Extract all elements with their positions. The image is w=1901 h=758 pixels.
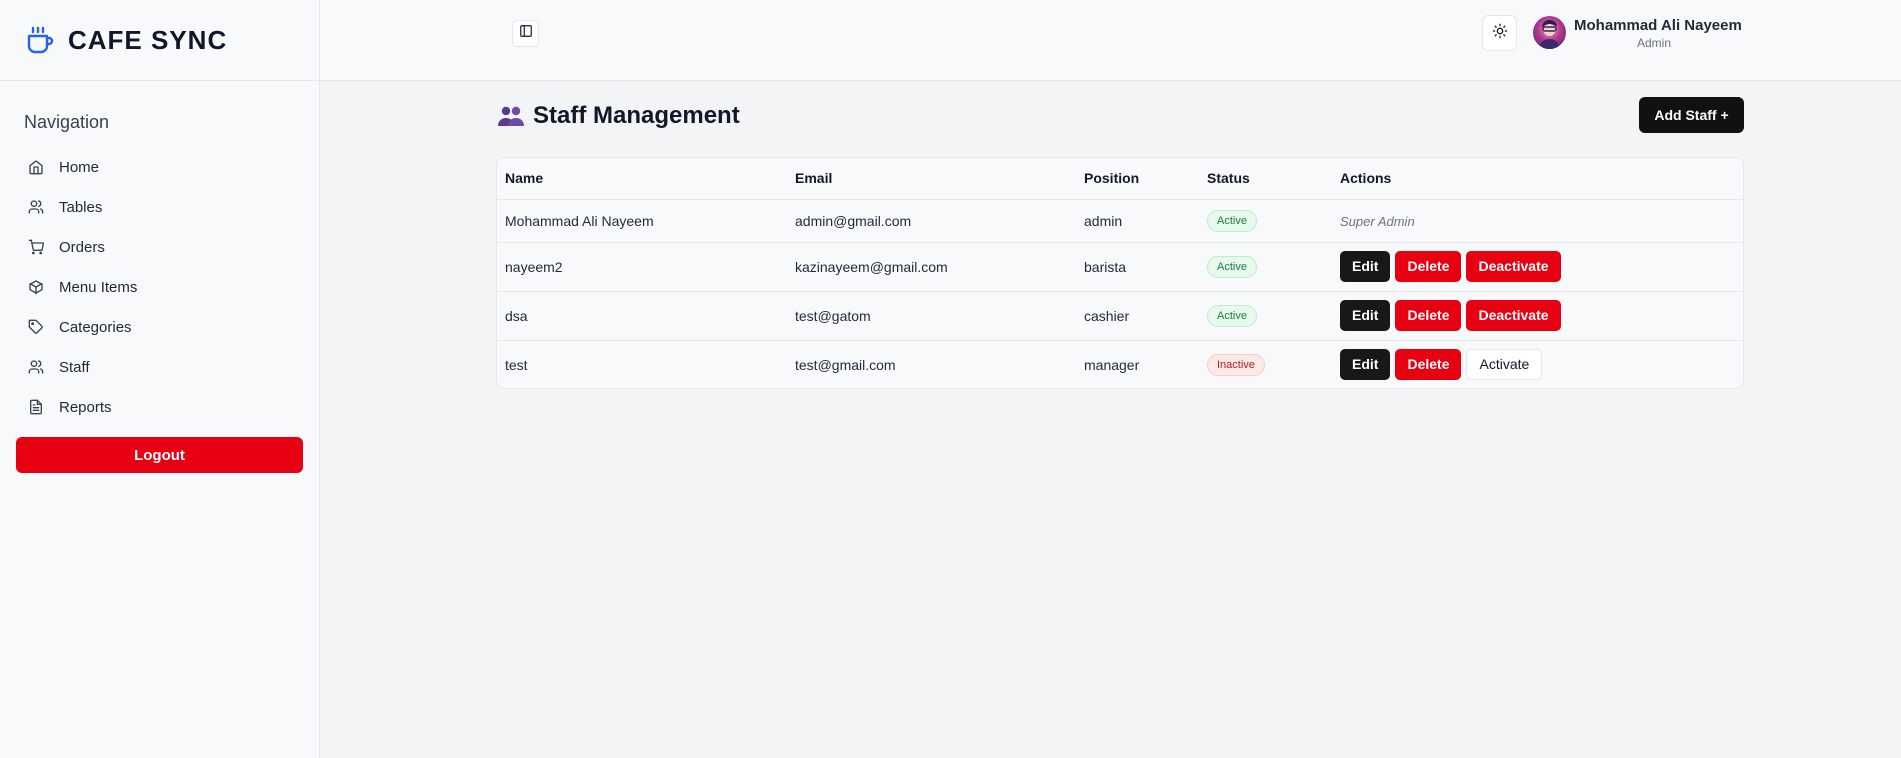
sidebar-item-staff[interactable]: Staff (24, 347, 304, 387)
page-title: Staff Management (533, 102, 740, 129)
status-badge: Active (1207, 209, 1257, 232)
delete-button[interactable]: Delete (1395, 349, 1462, 381)
cell-name: Mohammad Ali Nayeem (497, 199, 787, 243)
status-badge: Active (1207, 255, 1257, 278)
cell-status: Active (1199, 242, 1332, 292)
sidebar-item-orders[interactable]: Orders (24, 227, 304, 267)
avatar[interactable] (1533, 16, 1566, 49)
home-icon (28, 158, 46, 176)
sidebar-item-categories[interactable]: Categories (24, 307, 304, 347)
sidebar-item-label: Menu Items (59, 278, 138, 296)
cell-status: Inactive (1199, 340, 1332, 388)
sidebar-item-home[interactable]: Home (24, 147, 304, 187)
status-badge: Active (1207, 304, 1257, 327)
sidebar-item-menu-items[interactable]: Menu Items (24, 267, 304, 307)
sidebar-toggle-button[interactable] (512, 20, 539, 47)
sidebar-toggle-icon (519, 24, 533, 43)
column-header-actions: Actions (1332, 158, 1743, 200)
table-row: nayeem2 kazinayeem@gmail.com barista Act… (497, 242, 1743, 292)
sun-icon (1492, 23, 1508, 44)
tag-icon (28, 318, 46, 336)
cell-status: Active (1199, 199, 1332, 243)
user-name: Mohammad Ali Nayeem (1574, 17, 1742, 34)
sidebar-item-label: Tables (59, 198, 103, 216)
activate-button[interactable]: Activate (1466, 349, 1543, 381)
deactivate-button[interactable]: Deactivate (1466, 251, 1561, 282)
users-icon (28, 358, 46, 376)
sidebar: CAFE SYNC Navigation Home Tables Orders (0, 0, 320, 758)
cell-email: kazinayeem@gmail.com (787, 242, 1076, 292)
cell-position: admin (1076, 199, 1199, 243)
delete-button[interactable]: Delete (1395, 251, 1462, 282)
users-icon (28, 198, 46, 216)
status-badge: Inactive (1207, 353, 1265, 376)
sidebar-item-label: Orders (59, 238, 105, 256)
cell-name: test (505, 356, 528, 373)
table-row: Mohammad Ali Nayeem admin@gmail.com admi… (497, 199, 1743, 243)
cell-actions: Edit Delete Activate (1332, 340, 1743, 388)
cell-email: test@gatom (787, 291, 1076, 341)
staff-group-icon (498, 105, 524, 127)
add-staff-button[interactable]: Add Staff + (1639, 97, 1744, 133)
brand[interactable]: CAFE SYNC (0, 0, 319, 81)
page-heading: Staff Management (498, 102, 740, 130)
table-row: test test@gmail.com manager Inactive Edi… (497, 340, 1743, 388)
column-header-name: Name (497, 158, 787, 200)
table-header-row: Name Email Position Status Actions (497, 158, 1743, 200)
edit-button[interactable]: Edit (1340, 349, 1391, 381)
top-header: Mohammad Ali Nayeem Admin (320, 0, 1901, 81)
cell-position: manager (1084, 356, 1140, 373)
nav-title: Navigation (24, 112, 110, 132)
sidebar-item-label: Reports (59, 398, 112, 416)
theme-toggle-button[interactable] (1482, 15, 1517, 51)
document-icon (28, 398, 46, 416)
edit-button[interactable]: Edit (1340, 300, 1391, 331)
delete-button[interactable]: Delete (1395, 300, 1462, 331)
cell-name: nayeem2 (497, 242, 787, 292)
cell-status: Active (1199, 291, 1332, 341)
column-header-email: Email (787, 158, 1076, 200)
cell-actions: Super Admin (1332, 199, 1743, 243)
box-icon (28, 278, 46, 296)
cell-position: cashier (1076, 291, 1199, 341)
coffee-cup-icon (25, 25, 55, 55)
cell-email: admin@gmail.com (787, 199, 1076, 243)
sidebar-item-label: Home (59, 158, 100, 176)
table-row: dsa test@gatom cashier Active Edit Delete… (497, 291, 1743, 341)
staff-table: Name Email Position Status Actions Moham… (496, 157, 1744, 389)
sidebar-nav: Home Tables Orders Menu Items Categories (24, 147, 304, 427)
sidebar-item-reports[interactable]: Reports (24, 387, 304, 427)
deactivate-button[interactable]: Deactivate (1466, 300, 1561, 331)
super-admin-note: Super Admin (1340, 213, 1415, 229)
column-header-position: Position (1076, 158, 1199, 200)
user-role: Admin (1636, 36, 1671, 50)
cell-email: test@gmail.com (795, 356, 896, 373)
cell-position: barista (1076, 242, 1199, 292)
brand-name: CAFE SYNC (68, 24, 228, 55)
sidebar-item-label: Staff (59, 358, 90, 376)
logout-button[interactable]: Logout (16, 437, 303, 473)
sidebar-item-tables[interactable]: Tables (24, 187, 304, 227)
cell-name: dsa (497, 291, 787, 341)
cell-actions: Edit Delete Deactivate (1332, 291, 1743, 341)
edit-button[interactable]: Edit (1340, 251, 1391, 282)
cell-actions: Edit Delete Deactivate (1332, 242, 1743, 292)
column-header-status: Status (1199, 158, 1332, 200)
cart-icon (28, 238, 46, 256)
sidebar-item-label: Categories (59, 318, 132, 336)
